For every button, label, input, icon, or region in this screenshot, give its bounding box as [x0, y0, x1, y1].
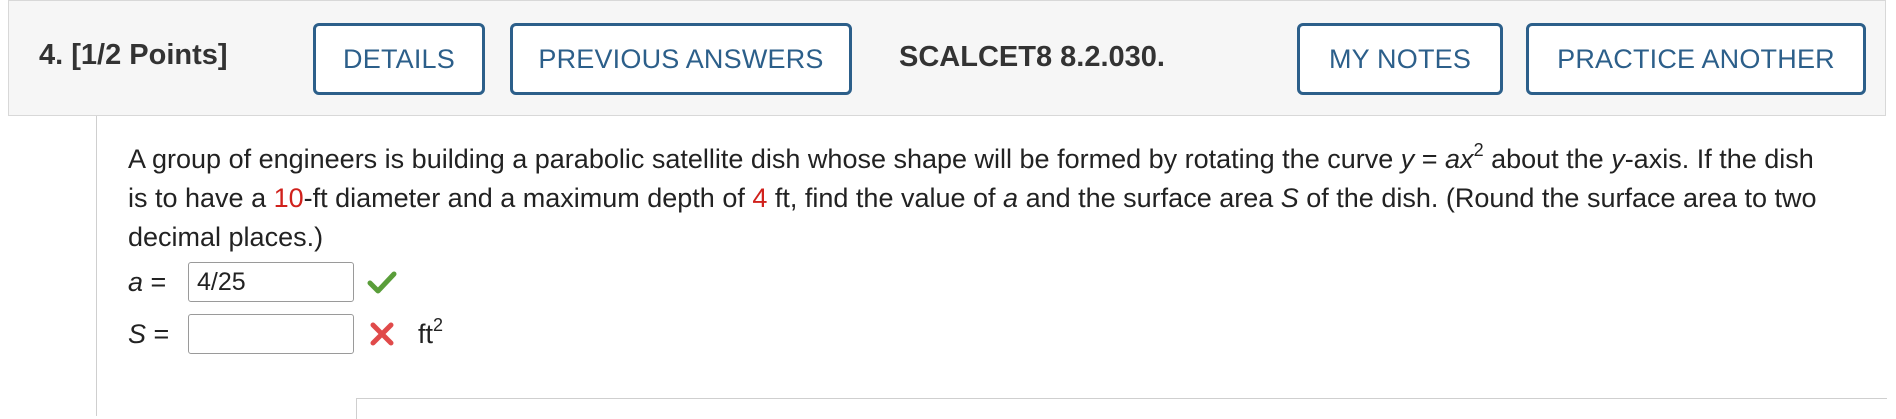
previous-answers-button[interactable]: PREVIOUS ANSWERS: [510, 23, 852, 95]
label-var-S: S: [128, 318, 147, 349]
problem-statement: A group of engineers is building a parab…: [128, 140, 1818, 257]
var-y: y: [1400, 144, 1415, 174]
problem-text: A group of engineers is building a parab…: [128, 144, 1401, 174]
details-button[interactable]: DETAILS: [313, 23, 485, 95]
curve-rhs: ax: [1445, 144, 1474, 174]
answer-label-S: S =: [128, 319, 188, 350]
label-eq-a: =: [143, 266, 167, 297]
check-icon: [366, 266, 398, 298]
question-number: 4. [1/2 Points]: [39, 39, 228, 71]
question-reference: SCALCET8 8.2.030.: [899, 41, 1165, 73]
next-section-frame: [356, 398, 1887, 419]
problem-text: ft, find the value of: [767, 183, 1004, 213]
answer-row-S: S = ft2: [128, 314, 443, 354]
equals-sign: =: [1414, 144, 1446, 174]
answer-input-S[interactable]: [188, 314, 354, 354]
question-header: 4. [1/2 Points] DETAILS PREVIOUS ANSWERS…: [8, 0, 1886, 116]
my-notes-button[interactable]: MY NOTES: [1297, 23, 1503, 95]
depth-value: 4: [752, 183, 768, 213]
var-y-axis: y: [1611, 144, 1625, 174]
answer-row-a: a =: [128, 262, 398, 302]
label-eq-S: =: [146, 318, 170, 349]
label-var-a: a: [128, 266, 144, 297]
problem-text: about the: [1483, 144, 1612, 174]
exponent: 2: [1473, 140, 1484, 160]
problem-text: -ft diameter and a maximum depth of: [303, 183, 753, 213]
cross-icon: [366, 318, 398, 350]
var-S: S: [1280, 183, 1299, 213]
diameter-value: 10: [273, 183, 304, 213]
answer-input-a[interactable]: [188, 262, 354, 302]
answer-label-a: a =: [128, 267, 188, 298]
practice-another-button[interactable]: PRACTICE ANOTHER: [1526, 23, 1866, 95]
problem-text: and the surface area: [1018, 183, 1281, 213]
unit-text: ft: [418, 318, 434, 349]
unit-label: ft2: [418, 316, 443, 350]
unit-exponent: 2: [433, 314, 444, 335]
var-a: a: [1003, 183, 1019, 213]
